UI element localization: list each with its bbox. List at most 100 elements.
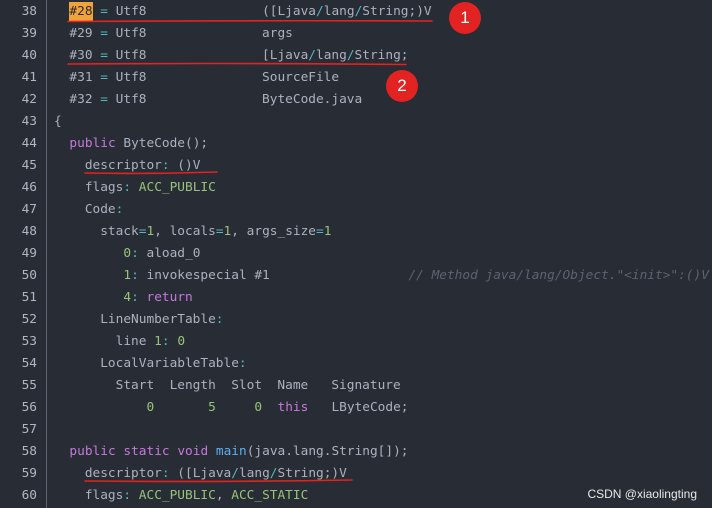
code-text: Utf8 ([Ljava	[107, 4, 317, 19]
code-line: 43 {	[0, 111, 712, 133]
line-content: stack=1, locals=1, args_size=1	[54, 221, 331, 243]
line-content: 4: return	[54, 287, 192, 309]
number-literal: 0	[177, 334, 186, 349]
line-number: 52	[21, 312, 37, 327]
operator-token: :	[161, 334, 170, 349]
line-content: flags: ACC_PUBLIC, ACC_STATIC	[54, 485, 308, 507]
line-number: 39	[21, 26, 37, 41]
line-number: 60	[21, 488, 37, 503]
operator-token: :	[131, 290, 139, 305]
operator-token: :	[123, 180, 132, 195]
code-text: Code	[54, 202, 116, 217]
comment: // Method java/lang/Object."<init>":()V	[408, 268, 709, 283]
line-content: LineNumberTable:	[54, 309, 224, 331]
operator-token: :	[215, 312, 224, 327]
code-line: 54 LocalVariableTable:	[0, 353, 712, 375]
code-text: stack	[54, 224, 139, 239]
line-content: descriptor: ()V	[54, 155, 201, 177]
code-line: 46 flags: ACC_PUBLIC	[0, 177, 712, 199]
code-line: 38 #28 = Utf8 ([Ljava/lang/String;)V	[0, 1, 712, 23]
line-number: 54	[21, 356, 37, 371]
keyword-token: public	[69, 444, 116, 459]
code-text: ,	[215, 488, 232, 503]
line-content: #32 = Utf8 ByteCode.java	[54, 89, 362, 111]
operator-token: :	[161, 466, 170, 481]
line-content: #28 = Utf8 ([Ljava/lang/String;)V	[54, 1, 432, 23]
watermark: CSDN @xiaolingting	[587, 487, 697, 501]
access-flag: ACC_STATIC	[231, 488, 309, 503]
line-number: 49	[21, 246, 37, 261]
code-line: 57	[0, 419, 712, 441]
line-number: 43	[21, 114, 37, 129]
line-number: 45	[21, 158, 37, 173]
code-line: 58 public static void main(java.lang.Str…	[0, 441, 712, 463]
code-line: 59 descriptor: ([Ljava/lang/String;)V	[0, 463, 712, 485]
operator-token: :	[131, 246, 139, 261]
line-number: 51	[21, 290, 37, 305]
code-text: Utf8 [Ljava	[107, 48, 309, 63]
keyword-token: void	[177, 444, 209, 459]
line-content: public ByteCode();	[54, 133, 208, 155]
line-number: 56	[21, 400, 37, 415]
code-text: LByteCode;	[308, 400, 409, 415]
line-number: 42	[21, 92, 37, 107]
operator-token: :	[161, 158, 170, 173]
line-number: 44	[21, 136, 37, 151]
code-text: lang	[316, 48, 347, 63]
code-text: #32	[54, 92, 101, 107]
operator-token: /	[231, 466, 239, 481]
line-content: public static void main(java.lang.String…	[54, 441, 408, 463]
line-number: 38	[21, 4, 37, 19]
code-text: Utf8 args	[107, 26, 293, 41]
operator-token: :	[123, 488, 132, 503]
code-line: 39 #29 = Utf8 args	[0, 23, 712, 45]
code-line: 52 LineNumberTable:	[0, 309, 712, 331]
line-number: 41	[21, 70, 37, 85]
line-content: 0: aload_0	[54, 243, 200, 265]
line-content: #29 = Utf8 args	[54, 23, 293, 45]
line-number: 55	[21, 378, 37, 393]
code-line: 42 #32 = Utf8 ByteCode.java	[0, 89, 712, 111]
code-text: #31	[54, 70, 101, 85]
code-text: LocalVariableTable	[54, 356, 239, 371]
code-text: ([Ljava	[169, 466, 232, 481]
code-line: 51 4: return	[0, 287, 712, 309]
code-editor[interactable]: 38 #28 = Utf8 ([Ljava/lang/String;)V 39 …	[0, 1, 712, 507]
code-line: 55 Start Length Slot Name Signature	[0, 375, 712, 397]
code-text: aload_0	[138, 246, 201, 261]
code-line: 47 Code:	[0, 199, 712, 221]
code-text: Utf8 ByteCode.java	[107, 92, 363, 107]
method-name: main	[215, 444, 247, 459]
code-text: lang	[238, 466, 270, 481]
operator-token: /	[316, 4, 324, 19]
line-number: 53	[21, 334, 37, 349]
operator-token: =	[100, 48, 108, 63]
annotation-badge: 1	[449, 2, 481, 34]
code-line: 49 0: aload_0	[0, 243, 712, 265]
line-number: 47	[21, 202, 37, 217]
number-literal: 1	[154, 334, 162, 349]
number-literal: 0	[123, 246, 132, 261]
number-literal: 1	[123, 268, 132, 283]
operator-token: :	[131, 268, 139, 283]
line-content: 0 5 0 this LByteCode;	[54, 397, 409, 419]
code-text: descriptor	[54, 466, 162, 481]
keyword-token: this	[277, 400, 309, 415]
operator-token: =	[215, 224, 224, 239]
code-line: 50 1: invokespecial #1 // Method java/la…	[0, 265, 712, 287]
code-text: invokespecial #1	[138, 268, 270, 283]
keyword-token: static	[123, 444, 170, 459]
code-text: LineNumberTable	[54, 312, 216, 327]
number-literal: 0	[254, 400, 263, 415]
code-line: 48 stack=1, locals=1, args_size=1	[0, 221, 712, 243]
operator-token: =	[316, 224, 324, 239]
